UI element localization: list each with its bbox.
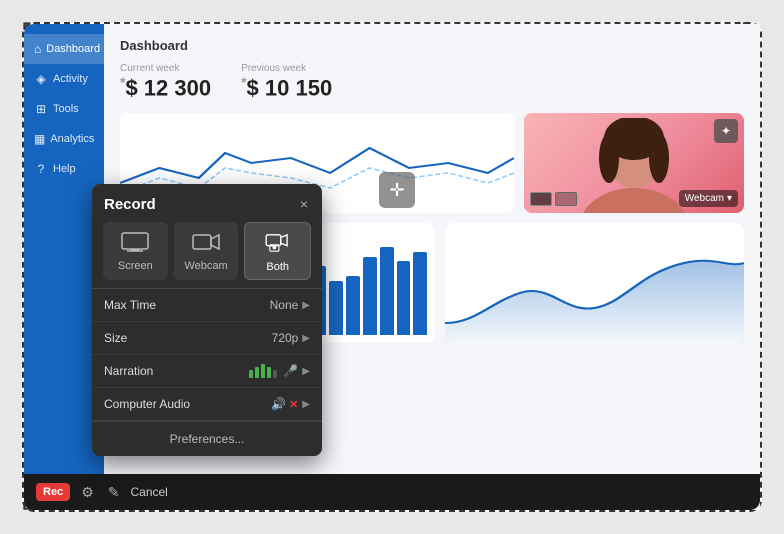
volume-bars <box>249 364 277 378</box>
area-chart <box>445 223 744 343</box>
analytics-icon: ▦ <box>34 132 45 146</box>
vol-bar-1 <box>249 370 253 378</box>
move-icon: ✛ <box>389 180 404 201</box>
computer-audio-label: Computer Audio <box>104 397 271 411</box>
max-time-value: None <box>270 298 299 312</box>
bar <box>413 252 427 336</box>
edit-icon: ✎ <box>108 484 120 500</box>
max-time-row[interactable]: Max Time None ▶ <box>92 289 322 322</box>
tools-icon: ⊞ <box>34 102 48 116</box>
bar <box>346 276 360 335</box>
outer-frame: ⌜ ⌝ ⌞ ⌟ ⌂ Dashboard ◈ Activity ⊞ Tools ▦… <box>22 22 762 512</box>
size-chevron: ▶ <box>302 333 310 344</box>
sidebar-item-help[interactable]: ? Help <box>24 154 104 184</box>
mode-both-button[interactable]: Both <box>244 222 311 280</box>
bottom-toolbar: Rec ⚙ ✎ Cancel <box>24 474 760 510</box>
bar <box>380 247 394 336</box>
computer-audio-row[interactable]: Computer Audio 🔊 ✕ ▶ <box>92 388 322 421</box>
bar <box>397 261 411 335</box>
current-week-value: *$ 12 300 <box>120 74 211 101</box>
bar <box>329 281 343 335</box>
edit-button[interactable]: ✎ <box>105 481 123 504</box>
mode-screen-button[interactable]: Screen <box>103 222 168 280</box>
bar <box>363 257 377 336</box>
narration-chevron: ▶ <box>302 366 310 377</box>
vol-bar-3 <box>261 364 265 378</box>
magic-wand-button[interactable]: ✦ <box>714 119 738 143</box>
record-header: Record × <box>92 184 322 222</box>
webcam-chevron: ▾ <box>727 193 732 204</box>
current-week-stat: Current week *$ 12 300 <box>120 63 211 101</box>
previous-week-label: Previous week <box>241 63 332 74</box>
max-time-label: Max Time <box>104 298 270 312</box>
speaker-muted: 🔊 ✕ <box>271 397 298 411</box>
sidebar-item-activity[interactable]: ◈ Activity <box>24 64 104 94</box>
vol-bar-4 <box>267 367 271 378</box>
sidebar-item-dashboard[interactable]: ⌂ Dashboard <box>24 34 104 64</box>
home-icon: ⌂ <box>34 42 41 56</box>
previous-week-value: *$ 10 150 <box>241 74 332 101</box>
size-label: Size <box>104 331 272 345</box>
mode-buttons: Screen Webcam <box>92 222 322 288</box>
vol-bar-2 <box>255 367 259 378</box>
current-week-label: Current week <box>120 63 211 74</box>
webcam-mode-label: Webcam <box>184 260 227 272</box>
previous-week-stat: Previous week *$ 10 150 <box>241 63 332 101</box>
preferences-button[interactable]: Preferences... <box>92 421 322 456</box>
activity-icon: ◈ <box>34 72 48 86</box>
help-icon: ? <box>34 162 48 176</box>
mute-x-icon: ✕ <box>289 398 298 411</box>
record-title: Record <box>104 196 156 213</box>
narration-row[interactable]: Narration 🎤 ▶ <box>92 355 322 388</box>
move-handle[interactable]: ✛ <box>379 172 415 208</box>
sidebar-label-dashboard: Dashboard <box>46 43 100 55</box>
sidebar-label-activity: Activity <box>53 73 88 85</box>
speaker-icon: 🔊 <box>271 397 286 411</box>
previous-week-prefix: * <box>241 74 246 90</box>
page-title: Dashboard <box>120 38 744 53</box>
screen-label: Screen <box>118 260 153 272</box>
stats-row: Current week *$ 12 300 Previous week *$ … <box>120 63 744 101</box>
sidebar-item-tools[interactable]: ⊞ Tools <box>24 94 104 124</box>
record-modal: Record × Screen <box>92 184 322 456</box>
webcam-label-button[interactable]: Webcam ▾ <box>679 190 738 207</box>
both-icon <box>264 233 292 256</box>
sidebar-label-tools: Tools <box>53 103 79 115</box>
webcam-mode-icon <box>192 232 220 255</box>
mode-webcam-button[interactable]: Webcam <box>174 222 239 280</box>
webcam-preview: ✦ Webcam ▾ <box>524 113 744 213</box>
size-row[interactable]: Size 720p ▶ <box>92 322 322 355</box>
size-value: 720p <box>272 331 299 345</box>
gear-button[interactable]: ⚙ <box>78 481 97 504</box>
webcam-controls: Webcam ▾ <box>530 190 738 207</box>
settings-section: Max Time None ▶ Size 720p ▶ Narration <box>92 288 322 421</box>
mic-icon[interactable]: 🎤 <box>283 364 298 378</box>
sidebar-item-analytics[interactable]: ▦ Analytics <box>24 124 104 154</box>
webcam-label: Webcam <box>685 193 724 204</box>
audio-chevron: ▶ <box>302 399 310 410</box>
max-time-chevron: ▶ <box>302 300 310 311</box>
both-label: Both <box>266 261 289 273</box>
narration-label: Narration <box>104 364 249 378</box>
screen-icon <box>121 232 149 255</box>
vol-bar-5 <box>273 370 277 378</box>
sidebar-label-help: Help <box>53 163 76 175</box>
sidebar-label-analytics: Analytics <box>50 133 94 145</box>
rec-badge: Rec <box>36 483 70 501</box>
close-button[interactable]: × <box>298 194 310 214</box>
gear-icon: ⚙ <box>81 484 94 500</box>
cancel-button[interactable]: Cancel <box>130 485 167 499</box>
current-week-prefix: * <box>120 74 125 90</box>
